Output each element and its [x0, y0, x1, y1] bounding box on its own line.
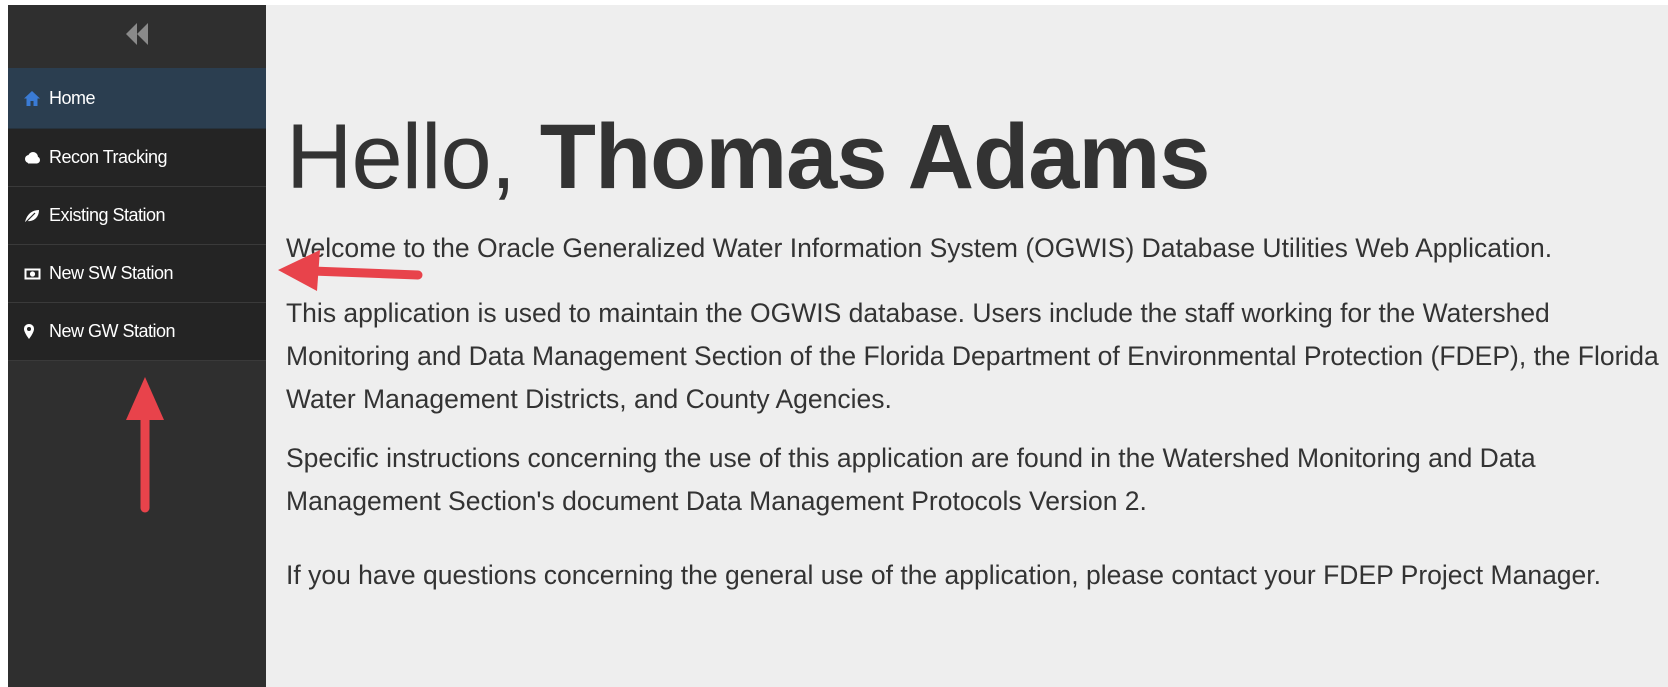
annotation-arrow-up [126, 377, 164, 513]
money-icon [24, 268, 44, 280]
annotation-arrow-left [278, 250, 423, 291]
user-name: Thomas Adams [539, 106, 1211, 208]
description-paragraph: This application is used to maintain the… [286, 298, 1659, 414]
welcome-paragraph: Welcome to the Oracle Generalized Water … [286, 233, 1553, 263]
sidebar-item-home[interactable]: Home [8, 68, 266, 129]
sidebar-item-label: New GW Station [49, 321, 176, 341]
sidebar-item-label: Home [49, 87, 96, 108]
greeting-prefix: Hello, [286, 106, 516, 208]
double-chevron-left-icon [125, 23, 149, 50]
leaf-icon [24, 209, 44, 223]
sidebar-collapse-button[interactable] [8, 5, 266, 68]
sidebar-item-existing-station[interactable]: Existing Station [8, 187, 266, 245]
app-window: Home Recon Tracking Existing Station New… [8, 5, 1668, 687]
sidebar-item-new-sw-station[interactable]: New SW Station [8, 245, 266, 303]
map-marker-icon [24, 324, 44, 339]
contact-paragraph: If you have questions concerning the gen… [286, 560, 1602, 590]
sidebar-item-new-gw-station[interactable]: New GW Station [8, 303, 266, 361]
home-icon [24, 90, 44, 106]
sidebar: Home Recon Tracking Existing Station New… [8, 5, 266, 687]
cloud-icon [24, 151, 44, 164]
sidebar-item-recon-tracking[interactable]: Recon Tracking [8, 129, 266, 187]
sidebar-item-label: Recon Tracking [49, 147, 168, 167]
sidebar-item-label: Existing Station [49, 205, 166, 225]
greeting-heading: Hello, Thomas Adams [286, 105, 1211, 210]
instructions-paragraph: Specific instructions concerning the use… [286, 443, 1536, 516]
sidebar-item-label: New SW Station [49, 263, 174, 283]
